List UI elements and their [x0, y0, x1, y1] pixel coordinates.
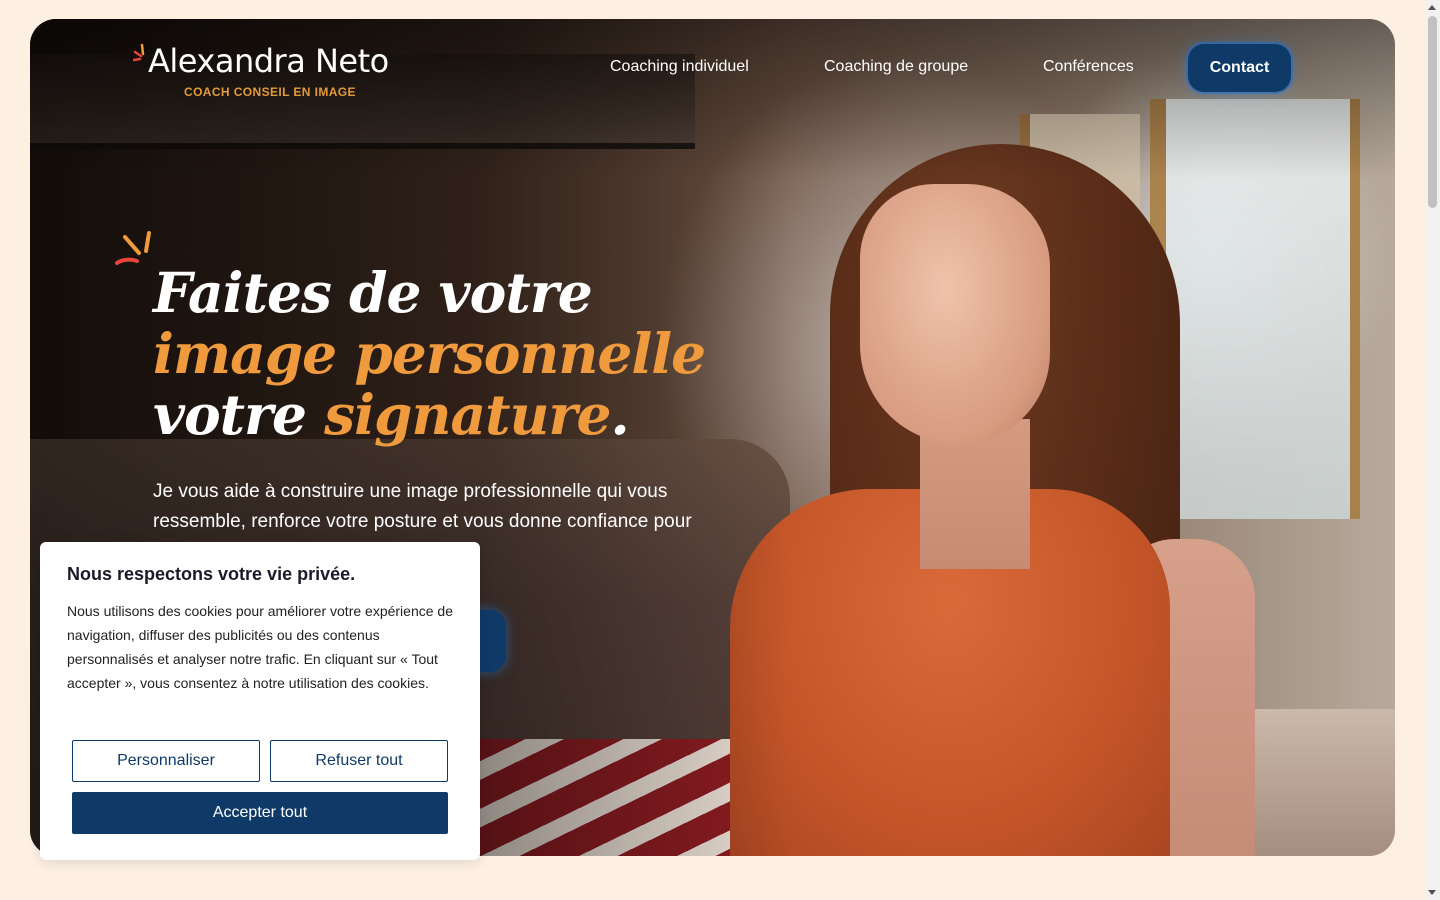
page-scrollbar[interactable]: [1425, 0, 1440, 900]
headline-line-3-end: .: [610, 382, 629, 447]
nav-coaching-individuel[interactable]: Coaching individuel: [610, 58, 749, 76]
customize-button[interactable]: Personnaliser: [72, 740, 260, 782]
person-face: [860, 184, 1050, 444]
scrollbar-thumb[interactable]: [1428, 16, 1437, 208]
cookie-consent-panel: Nous respectons votre vie privée. Nous u…: [40, 542, 480, 860]
scroll-down-arrow-icon[interactable]: [1428, 890, 1436, 895]
nav-coaching-groupe[interactable]: Coaching de groupe: [824, 58, 968, 76]
spark-icon: [115, 231, 151, 265]
scroll-up-arrow-icon[interactable]: [1428, 5, 1436, 10]
cookie-title: Nous respectons votre vie privée.: [67, 564, 356, 584]
headline-line-1: Faites de votre: [153, 260, 593, 325]
hero-headline: Faites de votre image personnelle votre …: [153, 262, 773, 445]
nav-conferences[interactable]: Conférences: [1043, 58, 1134, 76]
accept-all-button[interactable]: Accepter tout: [72, 792, 448, 834]
headline-line-2: image personnelle: [153, 321, 706, 386]
headline-line-3-accent: signature: [324, 382, 611, 447]
cookie-text: Nous utilisons des cookies pour améliore…: [67, 603, 453, 691]
headline-line-3-start: votre: [153, 382, 325, 447]
contact-button[interactable]: Contact: [1188, 44, 1291, 92]
reject-all-button[interactable]: Refuser tout: [270, 740, 448, 782]
